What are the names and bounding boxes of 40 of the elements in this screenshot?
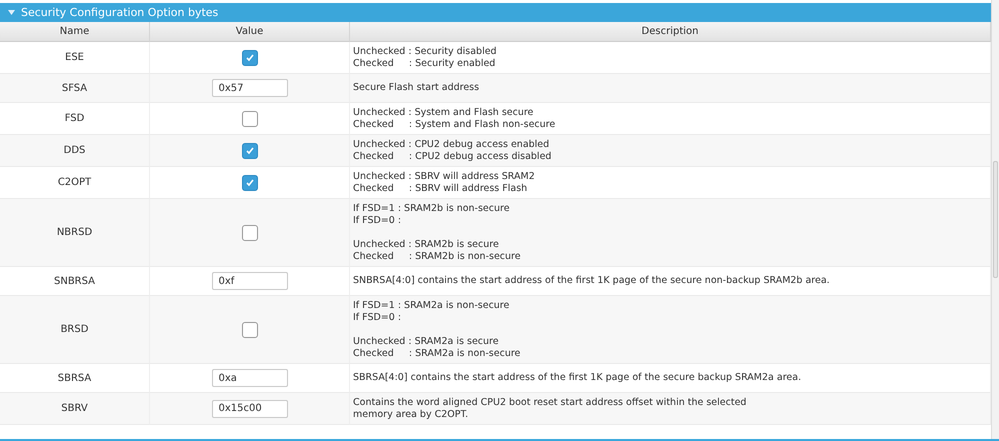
option-name: SBRV — [60, 403, 89, 414]
option-name: SFSA — [60, 82, 88, 94]
checkmark-icon — [244, 178, 254, 188]
checkbox[interactable] — [242, 174, 258, 190]
value-field[interactable]: 0xf — [212, 272, 288, 290]
value-field[interactable]: 0x15c00 — [212, 400, 288, 418]
option-name: BRSD — [60, 324, 90, 335]
checkbox[interactable] — [242, 50, 258, 66]
column-header[interactable]: Description — [350, 22, 991, 42]
value-field[interactable]: 0xa — [212, 369, 288, 387]
column-header[interactable]: Name — [0, 22, 150, 42]
checkbox[interactable] — [242, 322, 258, 338]
description-text: If FSD=1 : SRAM2b is non-secure If FSD=0 : Unchecked : SRAM2b is secure Checked : SRAM2b is non-secure — [352, 202, 522, 264]
value-field[interactable]: 0x57 — [212, 79, 288, 97]
option-name: FSD — [64, 113, 86, 124]
section-title: Security Configuration Option bytes — [21, 6, 218, 19]
collapse-triangle-icon[interactable] — [8, 10, 15, 15]
checkbox[interactable] — [242, 142, 258, 158]
description-text: Unchecked : SBRV will address SRAM2 Checked : SBRV will address Flash — [352, 170, 536, 196]
option-name: SBRSA — [56, 372, 92, 384]
description-text: Contains the word aligned CPU2 boot reset start address offset within the selected memory area by C2OPT. — [352, 396, 748, 422]
checkbox[interactable] — [242, 110, 258, 126]
column-header[interactable]: Value — [150, 22, 350, 42]
description-text: SBRSA[4:0] contains the start address of the first 1K page of the secure backup SRAM2a area. — [352, 371, 802, 385]
description-text: Unchecked : CPU2 debug access enabled Checked : CPU2 debug access disabled — [352, 138, 552, 164]
description-text: Unchecked : Security disabled Checked : Security enabled — [352, 44, 498, 70]
option-name: NBRSD — [56, 227, 94, 238]
description-text: Secure Flash start address — [352, 81, 480, 95]
scroll-thumb[interactable] — [993, 161, 998, 278]
option-name: ESE — [64, 52, 85, 63]
option-name: SNBRSA — [52, 276, 96, 286]
scrollbar[interactable] — [991, 0, 999, 439]
checkmark-icon — [244, 146, 254, 156]
description-text: Unchecked : System and Flash secure Checked : System and Flash non-secure — [352, 106, 556, 132]
description-text: SNBRSA[4:0] contains the start address of the first 1K page of the secure non-backup SRAM2b area. — [352, 274, 831, 288]
option-name: C2OPT — [56, 177, 92, 188]
checkbox[interactable] — [242, 224, 258, 240]
description-text: If FSD=1 : SRAM2a is non-secure If FSD=0 : Unchecked : SRAM2a is secure Checked : SRAM2a is non-secure — [352, 298, 522, 360]
option-name: DDS — [62, 145, 86, 156]
checkmark-icon — [244, 52, 254, 62]
